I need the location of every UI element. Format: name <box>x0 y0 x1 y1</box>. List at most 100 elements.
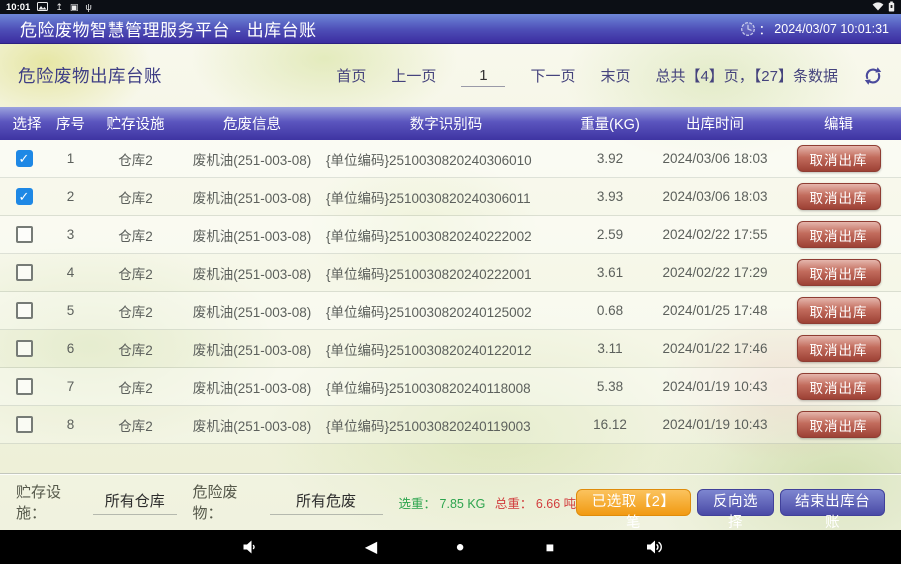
row-checkbox[interactable] <box>16 150 33 167</box>
cell-outbound-time: 2024/02/22 17:55 <box>654 227 776 242</box>
cell-seq: 3 <box>48 227 93 242</box>
cell-outbound-time: 2024/03/06 18:03 <box>654 189 776 204</box>
header-facility: 贮存设施 <box>93 113 178 134</box>
page-number-input[interactable] <box>461 65 505 87</box>
cell-weight: 5.38 <box>566 379 654 394</box>
cell-waste-info: 废机油(251-003-08) <box>178 301 326 321</box>
next-page-link[interactable]: 下一页 <box>530 65 575 86</box>
cell-waste-info: 废机油(251-003-08) <box>178 149 326 169</box>
selected-weight-label: 选重： <box>399 497 437 511</box>
first-page-link[interactable]: 首页 <box>336 65 366 86</box>
row-checkbox[interactable] <box>16 188 33 205</box>
cell-facility: 仓库2 <box>93 187 178 207</box>
header-select: 选择 <box>0 113 48 134</box>
back-icon[interactable]: ◀ <box>365 537 377 557</box>
android-nav-bar: ◀ ● ■ <box>0 530 901 564</box>
main-content: 危险废物出库台账 首页 上一页 下一页 末页 总共【4】页，【27】条数据 <box>0 44 901 530</box>
cancel-outbound-button[interactable]: 取消出库 <box>797 335 881 362</box>
row-checkbox[interactable] <box>16 416 33 433</box>
cancel-outbound-button[interactable]: 取消出库 <box>797 297 881 324</box>
table-row: 2 仓库2 废机油(251-003-08) {单位编码}251003082024… <box>0 178 901 216</box>
cell-waste-info: 废机油(251-003-08) <box>178 377 326 397</box>
cell-facility: 仓库2 <box>93 415 178 435</box>
app-screen: 10:01 ↥ ▣ ψ 危险废物智慧管理服务平台 - 出库台账 ： 2024/0… <box>0 0 901 564</box>
cell-weight: 3.93 <box>566 189 654 204</box>
prev-page-link[interactable]: 上一页 <box>391 65 436 86</box>
table-row: 3 仓库2 废机油(251-003-08) {单位编码}251003082024… <box>0 216 901 254</box>
cell-digital-code: {单位编码}2510030820240222002 <box>326 225 566 245</box>
status-bar: 10:01 ↥ ▣ ψ <box>0 0 901 14</box>
cell-facility: 仓库2 <box>93 301 178 321</box>
cell-digital-code: {单位编码}2510030820240306010 <box>326 149 566 169</box>
refresh-icon[interactable] <box>863 66 883 86</box>
cancel-outbound-button[interactable]: 取消出库 <box>797 373 881 400</box>
volume-down-icon[interactable] <box>242 539 258 555</box>
cell-seq: 5 <box>48 303 93 318</box>
cell-digital-code: {单位编码}2510030820240222001 <box>326 263 566 283</box>
spacer <box>0 444 901 473</box>
app-title: 危险废物智慧管理服务平台 - 出库台账 <box>12 16 317 41</box>
cell-digital-code: {单位编码}2510030820240122012 <box>326 339 566 359</box>
waste-filter-select[interactable]: 所有危废 <box>270 489 383 515</box>
wifi-icon <box>872 1 884 13</box>
facility-filter-select[interactable]: 所有仓库 <box>93 489 176 515</box>
cell-outbound-time: 2024/01/22 17:46 <box>654 341 776 356</box>
cancel-outbound-button[interactable]: 取消出库 <box>797 411 881 438</box>
photo-icon <box>37 2 48 13</box>
cell-digital-code: {单位编码}2510030820240125002 <box>326 301 566 321</box>
invert-selection-button[interactable]: 反向选择 <box>697 489 774 516</box>
cell-outbound-time: 2024/03/06 18:03 <box>654 151 776 166</box>
table-row: 7 仓库2 废机油(251-003-08) {单位编码}251003082024… <box>0 368 901 406</box>
cell-waste-info: 废机油(251-003-08) <box>178 263 326 283</box>
last-page-link[interactable]: 末页 <box>600 65 630 86</box>
cell-waste-info: 废机油(251-003-08) <box>178 225 326 245</box>
weight-summary: 选重： 7.85 KG 总重： 6.66 吨 <box>399 493 577 512</box>
cancel-outbound-button[interactable]: 取消出库 <box>797 183 881 210</box>
title-bar: 危险废物智慧管理服务平台 - 出库台账 ： 2024/03/07 10:01:3… <box>0 14 901 44</box>
header-outbound-time: 出库时间 <box>654 113 776 134</box>
table-row: 8 仓库2 废机油(251-003-08) {单位编码}251003082024… <box>0 406 901 444</box>
clock-time: 10:01 <box>6 2 30 13</box>
cell-facility: 仓库2 <box>93 377 178 397</box>
datetime-separator: ： <box>759 19 772 38</box>
total-weight-value: 6.66 吨 <box>536 497 576 511</box>
datetime-value: 2024/03/07 10:01:31 <box>774 22 889 36</box>
row-checkbox[interactable] <box>16 340 33 357</box>
home-icon[interactable]: ● <box>455 539 464 556</box>
row-checkbox[interactable] <box>16 264 33 281</box>
selected-count-button[interactable]: 已选取【2】笔 <box>576 489 691 516</box>
cell-outbound-time: 2024/01/25 17:48 <box>654 303 776 318</box>
header-edit: 编辑 <box>776 113 901 134</box>
row-checkbox[interactable] <box>16 378 33 395</box>
page-title: 危险废物出库台账 <box>18 63 162 88</box>
cell-digital-code: {单位编码}2510030820240119003 <box>326 415 566 435</box>
cell-weight: 16.12 <box>566 417 654 432</box>
volume-up-icon[interactable] <box>646 539 664 555</box>
row-checkbox[interactable] <box>16 302 33 319</box>
header-weight: 重量(KG) <box>566 113 654 134</box>
facility-filter-label: 贮存设施： <box>16 481 85 523</box>
cancel-outbound-button[interactable]: 取消出库 <box>797 145 881 172</box>
finish-outbound-ledger-button[interactable]: 结束出库台账 <box>780 489 885 516</box>
pagination-summary: 总共【4】页，【27】条数据 <box>655 65 838 86</box>
cell-seq: 8 <box>48 417 93 432</box>
table-body: 1 仓库2 废机油(251-003-08) {单位编码}251003082024… <box>0 140 901 444</box>
cell-waste-info: 废机油(251-003-08) <box>178 415 326 435</box>
row-checkbox[interactable] <box>16 226 33 243</box>
upload-icon: ↥ <box>55 3 63 12</box>
header-digital-code: 数字识别码 <box>326 113 566 134</box>
cell-digital-code: {单位编码}2510030820240306011 <box>326 187 566 207</box>
recents-icon[interactable]: ■ <box>546 539 554 555</box>
battery-icon <box>888 1 895 14</box>
waste-filter-label: 危险废物： <box>193 481 262 523</box>
cell-weight: 3.92 <box>566 151 654 166</box>
cell-facility: 仓库2 <box>93 149 178 169</box>
header-seq: 序号 <box>48 113 93 134</box>
clock-icon <box>740 21 756 37</box>
cell-facility: 仓库2 <box>93 339 178 359</box>
cell-outbound-time: 2024/01/19 10:43 <box>654 379 776 394</box>
cancel-outbound-button[interactable]: 取消出库 <box>797 221 881 248</box>
cell-facility: 仓库2 <box>93 225 178 245</box>
cancel-outbound-button[interactable]: 取消出库 <box>797 259 881 286</box>
table-row: 5 仓库2 废机油(251-003-08) {单位编码}251003082024… <box>0 292 901 330</box>
